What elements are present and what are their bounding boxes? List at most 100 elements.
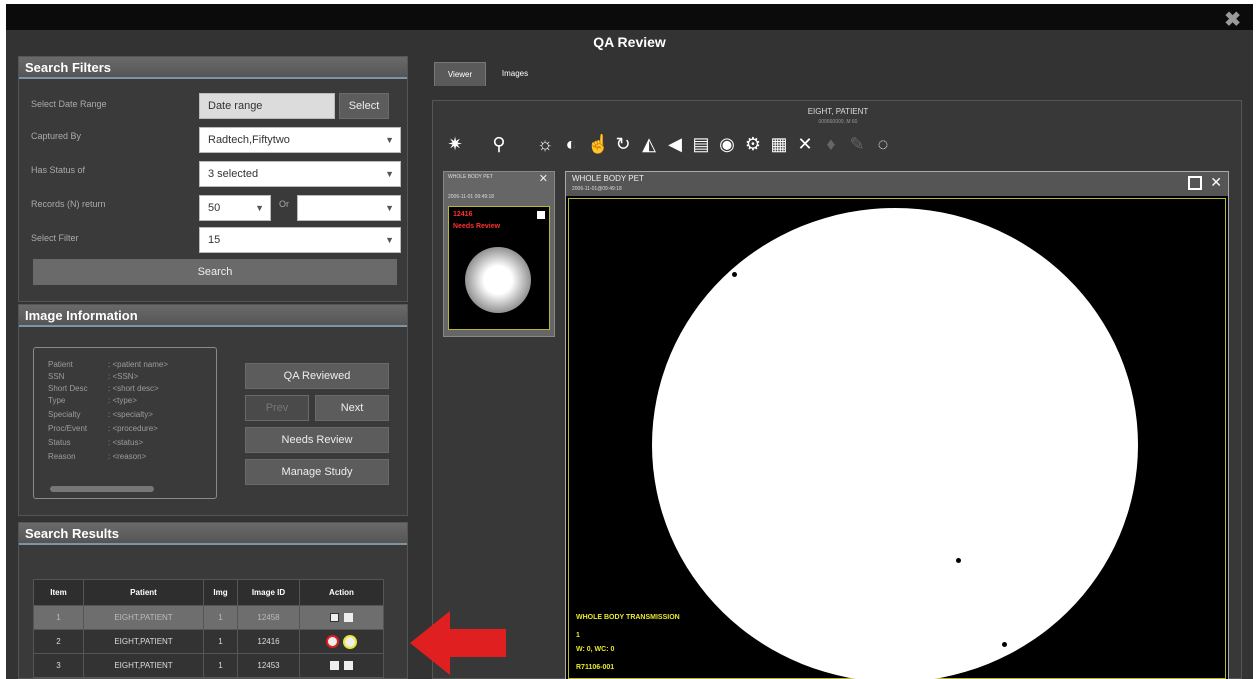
records-alt-select[interactable]: ▼ bbox=[297, 195, 401, 221]
info-scrollbar[interactable] bbox=[50, 486, 154, 492]
cell-img: 1 bbox=[203, 653, 238, 678]
results-header-row: Item Patient Img Image ID Action bbox=[33, 579, 384, 606]
main-image-panel[interactable]: WHOLE BODY PET 2006-11-01@09:49:18 ✕ WHO… bbox=[565, 171, 1229, 679]
records-value: 50 bbox=[208, 202, 221, 214]
thumbnail-date: 2006-11-01 09:49:18 bbox=[448, 194, 495, 200]
tab-images[interactable]: Images bbox=[492, 62, 538, 86]
records-select[interactable]: 50 ▼ bbox=[199, 195, 271, 221]
next-button[interactable]: Next bbox=[315, 395, 389, 421]
overlay-window-level: W: 0, WC: 0 bbox=[576, 646, 615, 653]
view-image-icon[interactable] bbox=[329, 613, 339, 623]
cell-image-id: 12416 bbox=[237, 629, 300, 654]
pan-icon[interactable]: ☝ bbox=[587, 133, 609, 155]
cine-icon[interactable]: ♦ bbox=[821, 133, 841, 155]
close-icon[interactable]: ✕ bbox=[539, 172, 548, 185]
info-value-patient: : <patient name> bbox=[108, 360, 169, 369]
window-level-icon[interactable]: ☼ bbox=[535, 133, 555, 155]
cell-img: 1 bbox=[203, 605, 238, 630]
tab-viewer[interactable]: Viewer bbox=[434, 62, 486, 86]
chevron-down-icon: ▼ bbox=[385, 235, 394, 245]
cell-img: 1 bbox=[203, 629, 238, 654]
info-value-short-desc: : <short desc> bbox=[108, 384, 159, 393]
image-marker-dot bbox=[1002, 642, 1007, 647]
prev-button[interactable]: Prev bbox=[245, 395, 309, 421]
info-label-ssn: SSN bbox=[48, 372, 65, 381]
checkbox-icon[interactable] bbox=[537, 211, 545, 219]
qa-reviewed-button[interactable]: QA Reviewed bbox=[245, 363, 389, 389]
info-label-short-desc: Short Desc bbox=[48, 384, 88, 393]
scan-image-circle bbox=[652, 208, 1138, 679]
thumbnail-circle bbox=[465, 247, 531, 313]
close-icon[interactable]: ✕ bbox=[1210, 174, 1222, 191]
patient-id-header: 000660000, M 60 bbox=[818, 119, 858, 125]
col-item[interactable]: Item bbox=[33, 579, 84, 606]
image-information-heading: Image Information bbox=[19, 305, 407, 327]
cell-patient: EIGHT,PATIENT bbox=[83, 653, 204, 678]
info-list-icon[interactable] bbox=[343, 634, 358, 649]
info-label-reason: Reason bbox=[48, 452, 76, 461]
invert-icon[interactable]: ◐ bbox=[561, 133, 581, 155]
overlay-study-id: R71106-001 bbox=[576, 664, 615, 671]
captured-by-row: Captured By Radtech,Fiftytwo ▼ bbox=[31, 125, 401, 153]
cell-action bbox=[299, 629, 384, 654]
cell-item: 1 bbox=[33, 605, 84, 630]
chevron-down-icon: ▼ bbox=[255, 203, 264, 213]
view-image-icon[interactable] bbox=[329, 661, 339, 671]
col-image-id[interactable]: Image ID bbox=[237, 579, 300, 606]
select-filter-select[interactable]: 15 ▼ bbox=[199, 227, 401, 253]
date-range-field[interactable]: Date range bbox=[199, 93, 335, 119]
info-value-specialty: : <specialty> bbox=[108, 410, 153, 419]
close-icon[interactable]: ✖ bbox=[1224, 7, 1241, 32]
cell-patient: EIGHT,PATIENT bbox=[83, 629, 204, 654]
tools-icon[interactable]: ✕ bbox=[795, 133, 815, 155]
col-action[interactable]: Action bbox=[299, 579, 384, 606]
select-filter-value: 15 bbox=[208, 234, 221, 246]
table-row[interactable]: 3 EIGHT,PATIENT 1 12453 bbox=[33, 653, 384, 678]
patient-name-header: EIGHT, PATIENT bbox=[807, 107, 869, 116]
grid-icon[interactable]: ▦ bbox=[769, 133, 789, 155]
reset-icon[interactable]: ◌ bbox=[873, 133, 893, 155]
info-value-reason: : <reason> bbox=[108, 452, 147, 461]
brightness-icon[interactable]: ✷ bbox=[445, 133, 465, 155]
thumbnail-panel: WHOLE BODY PET ✕ 2006-11-01 09:49:18 124… bbox=[443, 171, 555, 337]
link-icon[interactable]: ✎ bbox=[847, 133, 867, 155]
info-label-proc-event: Proc/Event bbox=[48, 424, 88, 433]
rotate-icon[interactable]: ↻ bbox=[613, 133, 633, 155]
info-label-patient: Patient bbox=[48, 360, 73, 369]
view-image-icon[interactable] bbox=[325, 635, 339, 648]
cell-action bbox=[299, 653, 384, 678]
status-row: Has Status of 3 selected ▼ bbox=[31, 159, 401, 187]
needs-review-button[interactable]: Needs Review bbox=[245, 427, 389, 453]
info-label-status: Status bbox=[48, 438, 71, 447]
captured-by-select[interactable]: Radtech,Fiftytwo ▼ bbox=[199, 127, 401, 153]
manage-study-button[interactable]: Manage Study bbox=[245, 459, 389, 485]
results-table: Item Patient Img Image ID Action 1 EIGHT… bbox=[33, 579, 384, 678]
col-patient[interactable]: Patient bbox=[83, 579, 204, 606]
document-icon[interactable]: ▤ bbox=[691, 133, 711, 155]
col-img[interactable]: Img bbox=[203, 579, 238, 606]
records-row: Records (N) return 50 ▼ Or ▼ bbox=[31, 193, 401, 221]
chevron-down-icon: ▼ bbox=[385, 169, 394, 179]
info-list-icon[interactable] bbox=[344, 613, 354, 623]
thumbnail-image[interactable]: 12416 Needs Review bbox=[448, 206, 550, 330]
cell-image-id: 12453 bbox=[237, 653, 300, 678]
table-row[interactable]: 2 EIGHT,PATIENT 1 12416 bbox=[33, 629, 384, 654]
records-label: Records (N) return bbox=[31, 199, 106, 209]
info-list-icon[interactable] bbox=[344, 661, 354, 671]
search-button[interactable]: Search bbox=[33, 259, 397, 285]
eye-icon[interactable]: ◉ bbox=[717, 133, 737, 155]
layout-grid-icon[interactable] bbox=[1188, 176, 1202, 190]
cell-action bbox=[299, 605, 384, 630]
table-row[interactable]: 1 EIGHT,PATIENT 1 12458 bbox=[33, 605, 384, 630]
measure-icon[interactable]: ◀ bbox=[665, 133, 685, 155]
flip-icon[interactable]: ◭ bbox=[639, 133, 659, 155]
status-multiselect[interactable]: 3 selected ▼ bbox=[199, 161, 401, 187]
search-results-heading: Search Results bbox=[19, 523, 407, 545]
date-range-label: Select Date Range bbox=[31, 99, 107, 109]
zoom-icon[interactable]: ⚲ bbox=[489, 133, 509, 155]
info-value-proc-event: : <procedure> bbox=[108, 424, 158, 433]
settings-icon[interactable]: ⚙ bbox=[743, 133, 763, 155]
image-marker-dot bbox=[956, 558, 961, 563]
qa-review-window: ✖ QA Review Search Filters Select Date R… bbox=[6, 4, 1253, 679]
select-date-button[interactable]: Select bbox=[339, 93, 389, 119]
